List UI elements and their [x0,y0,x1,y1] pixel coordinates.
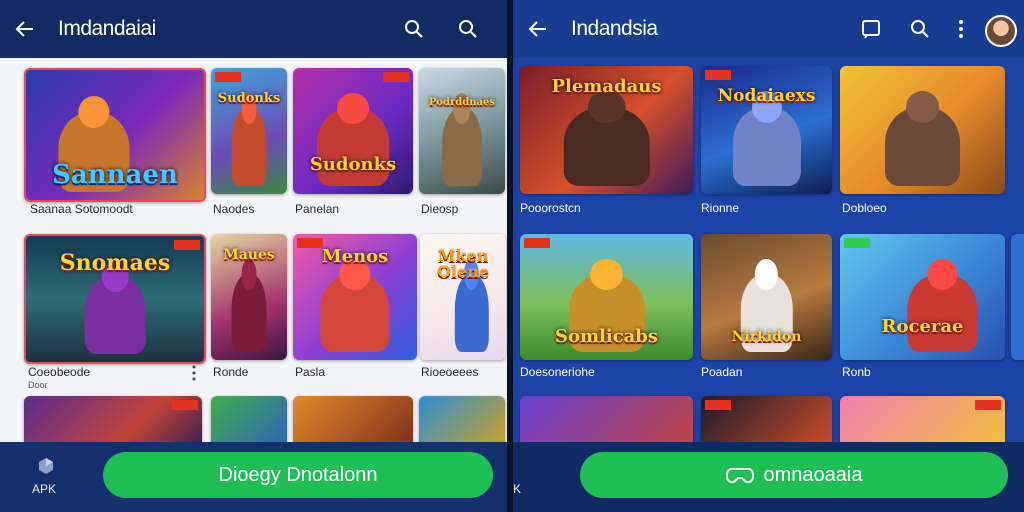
corner-badge [524,238,550,248]
corner-badge [172,400,198,410]
game-title: Pooorostcn [520,201,581,215]
game-tile[interactable]: Mken Olene [420,234,506,360]
game-logo: Podrddnaes [429,97,495,108]
corner-badge [383,72,409,82]
game-subtitle: Door [28,380,48,390]
game-title: Coeobeode [28,365,91,379]
game-tile[interactable]: Sudonks [293,68,413,194]
game-tile[interactable] [520,396,693,442]
search-icon[interactable] [402,17,426,41]
corner-badge [174,240,200,250]
game-grid: Sannaen Sudonks Sudonks Podrddnaes Saana… [0,58,507,442]
game-title: Panelan [295,202,340,216]
corner-badge [705,70,731,80]
game-tile[interactable]: Maues [211,234,287,360]
apk-label: APK [32,482,57,496]
game-title: Saanaa Sotomoodt [30,202,133,216]
game-logo: Nirkidon [731,329,802,345]
game-tile[interactable]: Plemadaus [520,66,693,194]
game-logo: Nodaiaexs [717,86,816,106]
game-tile[interactable]: Sannaen [24,68,206,202]
game-tile[interactable] [701,396,832,442]
game-title: Pasla [295,365,326,379]
back-arrow-icon[interactable] [525,17,551,41]
game-title: Rioeoeees [421,365,479,379]
game-title: Rionne [701,201,740,215]
corner-badge [705,400,731,410]
game-tile[interactable]: Menos [293,234,417,360]
game-tile[interactable]: Rocerae [840,234,1005,360]
game-tile[interactable] [211,396,287,442]
game-logo: Maues [223,247,275,263]
search-icon[interactable] [908,17,932,41]
gamepad-icon [725,467,754,483]
back-arrow-icon[interactable] [12,17,38,41]
apk-label: K [513,482,522,496]
game-title: Dobloeo [842,201,887,215]
game-tile[interactable]: Snomaes [24,234,206,364]
game-tile[interactable]: Nirkidon [701,234,832,360]
game-tile[interactable] [293,396,413,442]
game-tile[interactable]: Nodaiaexs [701,66,832,194]
game-title: Naodes [213,202,255,216]
game-title: Dieosp [421,202,459,216]
right-screen: Indandsia Plemadaus Nodaiaexs Pooorostcn… [513,0,1024,512]
corner-badge [975,400,1001,410]
avatar[interactable] [985,15,1017,47]
corner-badge [297,238,323,248]
corner-badge [844,238,870,248]
game-logo: Snomaes [59,250,171,276]
game-tile[interactable]: Podrddnaes [419,68,505,194]
game-logo: Rocerae [881,316,964,337]
game-logo: Sudonks [217,91,281,106]
left-screen: Imdandaiai Sannaen Sudonks Sudonks Podrd… [0,0,507,512]
apk-icon [39,458,53,474]
game-tile[interactable] [1011,234,1024,360]
corner-badge [215,72,241,82]
game-tile[interactable] [419,396,505,442]
game-title: Ronb [842,365,871,379]
game-logo: Somlicabs [554,326,659,347]
more-options-icon[interactable] [192,365,196,381]
search-icon-secondary[interactable] [456,17,480,41]
page-title: Indandsia [571,17,658,40]
game-title: Poadan [701,365,743,379]
game-tile[interactable] [24,396,202,442]
top-app-bar: Indandsia [513,0,1024,58]
page-title: Imdandaiai [58,17,156,40]
game-tile[interactable]: Sudonks [211,68,287,194]
game-logo: Mken Olene [436,246,489,281]
top-app-bar: Imdandaiai [0,0,507,58]
game-tile[interactable] [840,396,1005,442]
download-button[interactable]: Dioegy Dnotalonn [103,452,493,498]
more-vert-icon[interactable] [949,17,973,41]
game-logo: Sannaen [52,160,178,190]
game-tile[interactable] [840,66,1005,194]
game-logo: Menos [321,246,389,267]
download-button[interactable]: omnaoaaia [580,452,1008,498]
game-logo: Sudonks [309,154,397,175]
game-title: Ronde [213,365,249,379]
chat-icon[interactable] [859,17,883,41]
game-logo: Plemadaus [551,76,662,97]
download-button-label: omnaoaaia [763,464,863,486]
game-grid: Plemadaus Nodaiaexs Pooorostcn Rionne Do… [513,58,1024,442]
game-tile[interactable]: Somlicabs [520,234,693,360]
game-title: Doesoneriohe [520,365,595,379]
